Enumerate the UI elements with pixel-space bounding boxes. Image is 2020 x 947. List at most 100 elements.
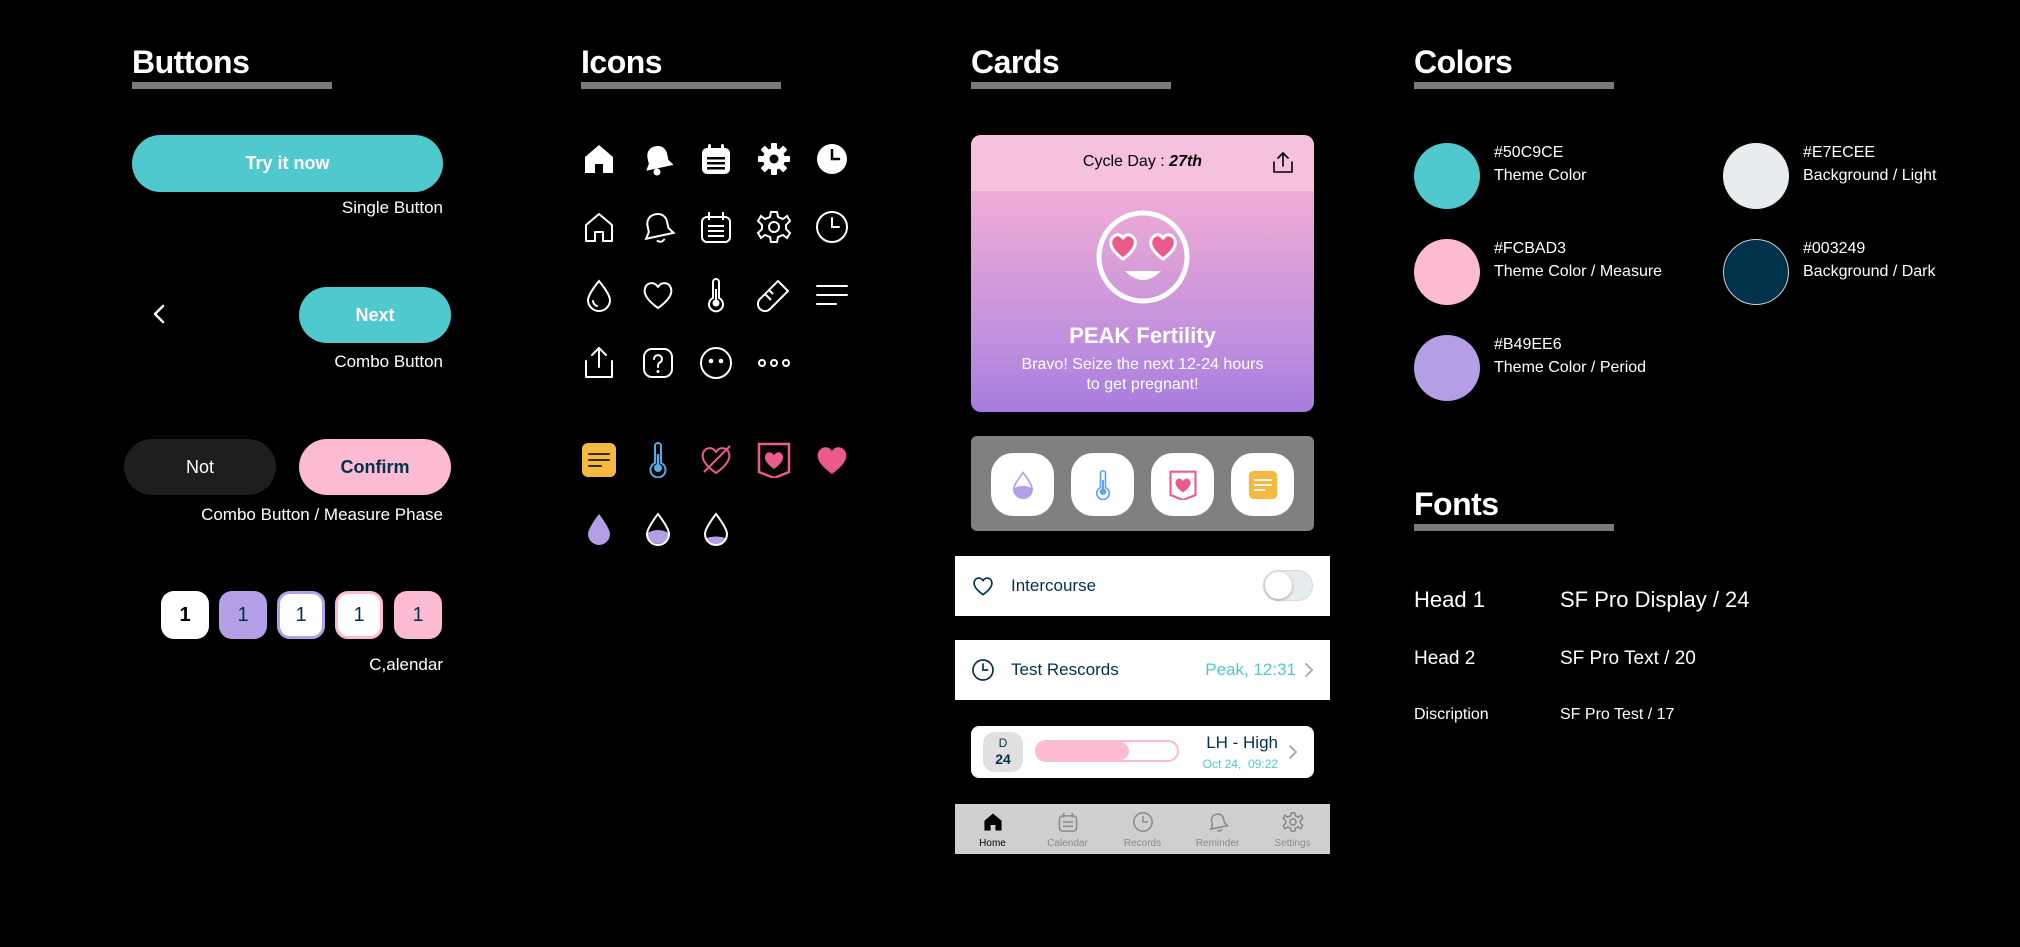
cycle-day-label: Cycle Day : 27th <box>971 153 1314 171</box>
heart-eyes-face-icon <box>1095 209 1191 305</box>
calendar-filled-icon <box>698 141 734 177</box>
color-hex: #B49EE6 <box>1494 336 1562 353</box>
quick-action-notes[interactable] <box>1231 453 1294 516</box>
color-swatch-background-dark <box>1723 239 1789 305</box>
tab-home-label: Home <box>979 838 1006 849</box>
section-underline <box>971 82 1171 89</box>
calendar-caption: C,alendar <box>369 655 443 674</box>
color-label-theme: #50C9CE Theme Color <box>1494 141 1586 187</box>
single-button-caption: Single Button <box>341 198 443 217</box>
clock-filled-icon <box>814 141 850 177</box>
lh-record-row[interactable]: D 24 LH - High Oct 24, 09:22 <box>971 726 1314 778</box>
toggle-knob <box>1265 572 1292 599</box>
next-button[interactable]: Next <box>299 287 451 343</box>
drop-icon <box>581 277 617 313</box>
color-hex: #003249 <box>1803 240 1866 257</box>
color-hex: #50C9CE <box>1494 144 1564 161</box>
quick-action-temperature[interactable] <box>1071 453 1134 516</box>
calendar-day-default[interactable]: 1 <box>161 591 209 639</box>
color-label-period: #B49EE6 Theme Color / Period <box>1494 333 1646 379</box>
font-description-name: Discription <box>1414 706 1489 723</box>
thermometer-blue-icon <box>640 442 676 478</box>
lh-level-fill <box>1037 742 1130 760</box>
section-underline <box>581 82 781 89</box>
heart-slash-pink-icon <box>698 442 734 478</box>
calendar-day-period-predicted[interactable]: 1 <box>277 591 325 639</box>
section-title-colors: Colors <box>1414 44 1513 80</box>
fertility-message-line-1: Bravo! Seize the next 12-24 hours <box>1021 356 1264 373</box>
drop-full-purple-icon <box>581 511 617 547</box>
lh-date: Oct 24, 09:22 <box>1202 757 1278 771</box>
fertility-message: Bravo! Seize the next 12-24 hours to get… <box>971 355 1314 395</box>
drop-half-icon <box>1012 470 1033 499</box>
font-head1-name: Head 1 <box>1414 587 1485 612</box>
font-description-spec: SF Pro Test / 17 <box>1560 706 1675 723</box>
font-head1-spec: SF Pro Display / 24 <box>1560 587 1750 612</box>
heart-badge-icon <box>1168 470 1197 500</box>
fertility-message-line-2: to get pregnant! <box>1086 376 1199 393</box>
tab-reminder-label: Reminder <box>1195 838 1240 849</box>
thermometer-icon <box>698 277 734 313</box>
confirm-button[interactable]: Confirm <box>299 439 451 495</box>
color-label-background-light: #E7ECEE Background / Light <box>1803 141 1936 187</box>
share-icon <box>581 345 617 381</box>
tab-settings[interactable]: Settings <box>1255 804 1330 854</box>
section-title-cards: Cards <box>971 44 1060 80</box>
test-records-row[interactable]: Test Rescords Peak, 12:31 <box>955 640 1330 700</box>
clock-outline-icon <box>814 209 850 245</box>
tab-reminder[interactable]: Reminder <box>1180 804 1255 854</box>
section-title-icons: Icons <box>581 44 663 80</box>
tab-bar: Home Calendar Records Reminder Settings <box>955 804 1330 854</box>
intercourse-toggle[interactable] <box>1263 570 1313 601</box>
chevron-right-icon <box>1304 662 1314 678</box>
calendar-icon <box>1058 812 1077 832</box>
combo-button-caption: Combo Button <box>334 352 443 371</box>
font-head2-name: Head 2 <box>1414 648 1476 669</box>
heart-icon <box>640 277 676 313</box>
intercourse-row[interactable]: Intercourse <box>955 556 1330 616</box>
section-underline <box>132 82 332 89</box>
color-hex: #FCBAD3 <box>1494 240 1567 257</box>
more-icon <box>756 345 792 381</box>
drop-half-purple-icon <box>640 511 676 547</box>
quick-action-period[interactable] <box>991 453 1054 516</box>
home-outline-icon <box>581 209 617 245</box>
tab-home[interactable]: Home <box>955 804 1030 854</box>
quick-actions-bar <box>971 436 1314 531</box>
chevron-left-icon[interactable] <box>148 302 172 326</box>
calendar-day-period[interactable]: 1 <box>219 591 267 639</box>
tab-calendar[interactable]: Calendar <box>1030 804 1105 854</box>
day-badge-number: 24 <box>995 751 1011 767</box>
fertility-headline: PEAK Fertility <box>1069 323 1216 348</box>
color-swatch-theme <box>1414 143 1480 209</box>
color-swatch-measure <box>1414 239 1480 305</box>
note-yellow-icon <box>581 442 617 478</box>
measure-phase-caption: Combo Button / Measure Phase <box>201 505 443 524</box>
tab-settings-label: Settings <box>1274 838 1311 849</box>
heart-pink-icon <box>814 442 850 478</box>
day-badge-letter: D <box>998 736 1008 750</box>
quick-action-intercourse[interactable] <box>1151 453 1214 516</box>
not-button[interactable]: Not <box>124 439 276 495</box>
color-name: Background / Dark <box>1803 263 1936 280</box>
gear-icon <box>1281 812 1304 832</box>
share-icon[interactable] <box>1271 151 1295 175</box>
tab-records-label: Records <box>1123 838 1162 849</box>
tab-calendar-label: Calendar <box>1047 838 1088 849</box>
color-hex: #E7ECEE <box>1803 144 1876 161</box>
clock-icon <box>1132 812 1153 832</box>
test-tube-icon <box>756 277 792 313</box>
intercourse-label: Intercourse <box>1011 576 1097 595</box>
menu-icon <box>814 277 850 313</box>
day-badge: D 24 <box>983 732 1023 772</box>
calendar-day-measure[interactable]: 1 <box>394 591 442 639</box>
section-title-buttons: Buttons <box>132 44 250 80</box>
home-filled-icon <box>581 141 617 177</box>
gear-outline-icon <box>756 209 792 245</box>
tab-records[interactable]: Records <box>1105 804 1180 854</box>
gear-filled-icon <box>756 141 792 177</box>
try-it-now-button[interactable]: Try it now <box>132 135 443 192</box>
heart-outline-icon <box>971 574 995 598</box>
font-head2-spec: SF Pro Text / 20 <box>1560 648 1696 669</box>
calendar-day-measure-predicted[interactable]: 1 <box>335 591 383 639</box>
